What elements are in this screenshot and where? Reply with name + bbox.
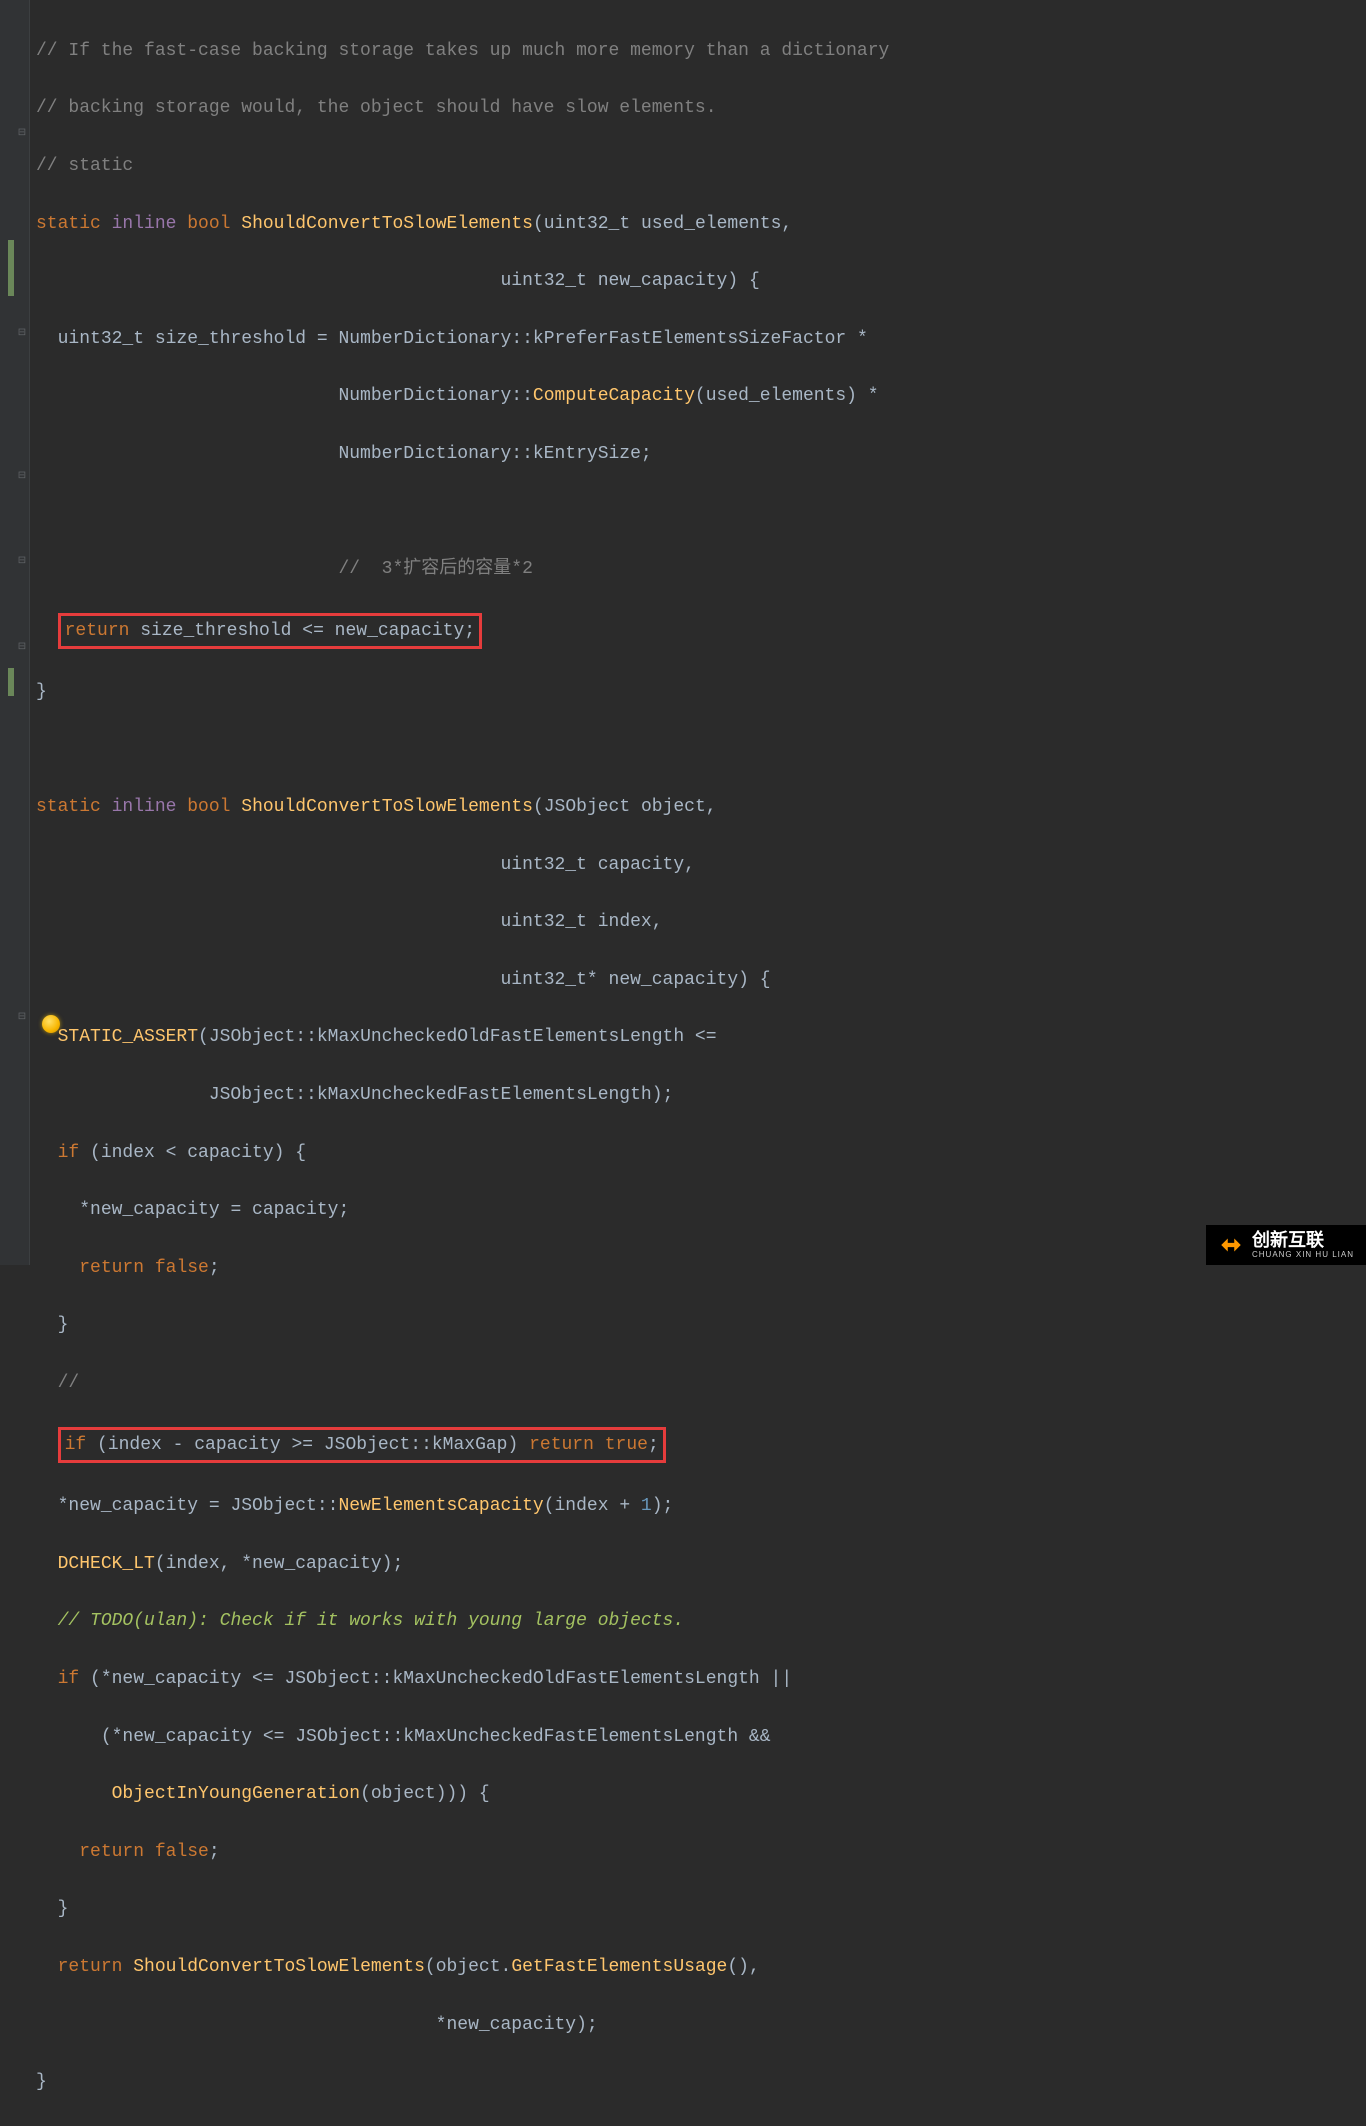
function-call: ComputeCapacity bbox=[533, 386, 695, 406]
param-type: uint32_t bbox=[500, 271, 586, 291]
function-call: ObjectInYoungGeneration bbox=[112, 1784, 360, 1804]
args: (index, *new_capacity); bbox=[155, 1554, 403, 1574]
fold-icon[interactable]: ⊟ bbox=[16, 328, 28, 340]
keyword-if: if bbox=[58, 1143, 80, 1163]
param-type: uint32_t bbox=[544, 214, 630, 234]
number: 1 bbox=[641, 1496, 652, 1516]
keyword-inline: inline bbox=[112, 214, 177, 234]
arg: *new_capacity); bbox=[436, 2015, 598, 2035]
expr: NumberDictionary::kPreferFastElementsSiz… bbox=[338, 329, 867, 349]
param-name: new_capacity bbox=[598, 271, 728, 291]
keyword-false: false bbox=[155, 1258, 209, 1278]
param-name: capacity, bbox=[598, 855, 695, 875]
stmt: *new_capacity = capacity; bbox=[79, 1200, 349, 1220]
highlighted-code-2: if (index - capacity >= JSObject::kMaxGa… bbox=[58, 1427, 666, 1464]
param-type: uint32_t bbox=[500, 855, 586, 875]
keyword-return: return bbox=[529, 1435, 594, 1455]
param-name: new_capacity) { bbox=[609, 970, 771, 990]
keyword-if: if bbox=[65, 1435, 87, 1455]
param-name: index, bbox=[598, 912, 663, 932]
function-name: ShouldConvertToSlowElements bbox=[241, 797, 533, 817]
cond: (*new_capacity <= JSObject::kMaxUnchecke… bbox=[79, 1669, 792, 1689]
function-name: ShouldConvertToSlowElements bbox=[241, 214, 533, 234]
keyword-bool: bool bbox=[187, 214, 230, 234]
editor-gutter: ⊟ ⊟ ⊟ ⊟ ⊟ ⊟ bbox=[0, 0, 30, 1265]
cond: (index < capacity) { bbox=[79, 1143, 306, 1163]
brace: } bbox=[36, 2072, 47, 2092]
comment: // static bbox=[36, 156, 133, 176]
keyword-inline: inline bbox=[112, 797, 177, 817]
cond: (*new_capacity <= JSObject::kMaxUnchecke… bbox=[101, 1727, 771, 1747]
function-call: ShouldConvertToSlowElements bbox=[133, 1957, 425, 1977]
keyword-static: static bbox=[36, 797, 101, 817]
expr: size_threshold <= new_capacity; bbox=[140, 621, 475, 641]
comment: // backing storage would, the object sho… bbox=[36, 98, 717, 118]
stmt: *new_capacity = JSObject:: bbox=[58, 1496, 339, 1516]
lightbulb-icon[interactable] bbox=[42, 1015, 60, 1033]
type: uint32_t bbox=[58, 329, 144, 349]
keyword-return: return bbox=[79, 1842, 144, 1862]
comment: // If the fast-case backing storage take… bbox=[36, 41, 889, 61]
expr: NumberDictionary:: bbox=[338, 386, 532, 406]
fold-icon[interactable]: ⊟ bbox=[16, 642, 28, 654]
change-marker bbox=[8, 668, 14, 696]
expr: (JSObject::kMaxUncheckedOldFastElementsL… bbox=[198, 1027, 716, 1047]
macro-call: STATIC_ASSERT bbox=[58, 1027, 198, 1047]
watermark: 创新互联 CHUANG XIN HU LIAN bbox=[1206, 1225, 1366, 1265]
comment: // 3*扩容后的容量*2 bbox=[338, 559, 532, 579]
param-type: uint32_t* bbox=[500, 970, 597, 990]
keyword-bool: bool bbox=[187, 797, 230, 817]
keyword-if: if bbox=[58, 1669, 80, 1689]
param: JSObject object, bbox=[544, 797, 717, 817]
fold-icon[interactable]: ⊟ bbox=[16, 128, 28, 140]
expr: JSObject::kMaxUncheckedFastElementsLengt… bbox=[209, 1085, 673, 1105]
change-marker bbox=[8, 240, 14, 296]
keyword-return: return bbox=[58, 1957, 123, 1977]
brace: } bbox=[36, 682, 47, 702]
keyword-return: return bbox=[79, 1258, 144, 1278]
param-type: uint32_t bbox=[500, 912, 586, 932]
keyword-false: false bbox=[155, 1842, 209, 1862]
code-editor[interactable]: // If the fast-case backing storage take… bbox=[32, 8, 1366, 2126]
param-name: used_elements bbox=[641, 214, 781, 234]
expr: NumberDictionary::kEntrySize; bbox=[338, 444, 651, 464]
comment: // bbox=[58, 1373, 80, 1393]
brace: } bbox=[58, 1315, 69, 1335]
keyword-true: true bbox=[605, 1435, 648, 1455]
brace: } bbox=[58, 1899, 69, 1919]
cond: (index - capacity >= JSObject::kMaxGap) bbox=[86, 1435, 529, 1455]
watermark-sub: CHUANG XIN HU LIAN bbox=[1252, 1251, 1354, 1259]
watermark-main: 创新互联 bbox=[1252, 1231, 1354, 1249]
highlighted-code-1: return size_threshold <= new_capacity; bbox=[58, 613, 482, 650]
method-call: GetFastElementsUsage bbox=[511, 1957, 727, 1977]
fold-icon[interactable]: ⊟ bbox=[16, 1012, 28, 1024]
comment-todo: // TODO(ulan): Check if it works with yo… bbox=[58, 1611, 685, 1631]
keyword-return: return bbox=[65, 621, 130, 641]
function-call: NewElementsCapacity bbox=[338, 1496, 543, 1516]
macro-call: DCHECK_LT bbox=[58, 1554, 155, 1574]
watermark-logo-icon bbox=[1218, 1232, 1244, 1258]
fold-icon[interactable]: ⊟ bbox=[16, 556, 28, 568]
var: size_threshold bbox=[155, 329, 306, 349]
keyword-static: static bbox=[36, 214, 101, 234]
fold-icon[interactable]: ⊟ bbox=[16, 471, 28, 483]
